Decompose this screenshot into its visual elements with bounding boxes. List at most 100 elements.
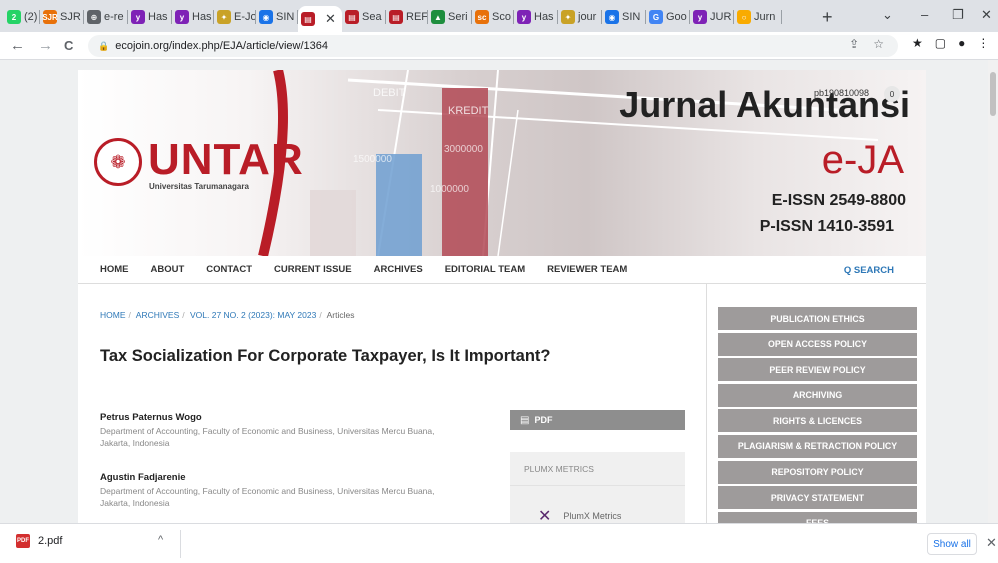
- browser-tab[interactable]: y JUR: [690, 6, 734, 28]
- primary-nav: HOME ABOUT CONTACT CURRENT ISSUE ARCHIVE…: [78, 256, 926, 284]
- browser-tab[interactable]: G Goo: [646, 6, 690, 28]
- tab-favicon-icon: sc: [475, 10, 489, 24]
- lock-icon[interactable]: 🔒: [98, 41, 109, 52]
- browser-tab[interactable]: ▲ Seri: [428, 6, 472, 28]
- author-affiliation: Department of Accounting, Faculty of Eco…: [100, 426, 435, 448]
- tab-favicon-icon: y: [175, 10, 189, 24]
- tab-strip: 2(2) \SJRSJR⊕e-reyHasyHas✦E-Jo◉SIN▤✕▤Sea…: [0, 0, 998, 32]
- plumx-metrics-link[interactable]: ✕ PlumX Metrics: [538, 506, 621, 523]
- url-input[interactable]: 🔒 ecojoin.org/index.php/EJA/article/view…: [88, 35, 898, 57]
- scrollbar-thumb[interactable]: [990, 72, 996, 116]
- sidebar-open-access-policy[interactable]: OPEN ACCESS POLICY: [718, 332, 917, 356]
- banner-number-2: 3000000: [444, 144, 483, 155]
- tab-favicon-icon: ⊕: [87, 10, 101, 24]
- eissn: E-ISSN 2549-8800: [771, 192, 906, 209]
- browser-tab[interactable]: ▤ ✕: [298, 6, 342, 32]
- browser-tab[interactable]: ✦ E-Jo: [214, 6, 256, 28]
- browser-tab[interactable]: y Has: [514, 6, 558, 28]
- download-options-chevron-icon[interactable]: ^: [158, 534, 163, 546]
- breadcrumb-current: Articles: [326, 310, 355, 320]
- minimize-icon[interactable]: –: [921, 7, 928, 22]
- sidebar-plagiarism-retraction[interactable]: PLAGIARISM & RETRACTION POLICY: [718, 434, 917, 458]
- sidebar-archiving[interactable]: ARCHIVING: [718, 383, 917, 407]
- tab-label: SIN: [276, 11, 295, 23]
- tab-favicon-icon: ▲: [431, 10, 445, 24]
- reload-icon[interactable]: C: [64, 38, 73, 53]
- journal-page: DEBIT KREDIT 1500000 3000000 1000000 ❁ U…: [78, 70, 926, 523]
- tab-favicon-icon: SJR: [42, 10, 58, 24]
- browser-tab[interactable]: ⊕ e-re: [84, 6, 128, 28]
- tab-label: SIN: [622, 11, 641, 23]
- user-menu[interactable]: pb190810098: [814, 88, 869, 98]
- sidebar-divider: [706, 284, 707, 523]
- sidebar-fees[interactable]: FEES: [718, 511, 917, 523]
- forward-icon[interactable]: →: [38, 37, 53, 54]
- tab-label: Jurn: [754, 11, 776, 23]
- download-item[interactable]: PDF 2.pdf: [16, 534, 62, 548]
- browser-tab[interactable]: ▤ REF: [386, 6, 428, 28]
- author-name: Agustin Fadjarenie: [100, 472, 186, 483]
- nav-reviewer-team[interactable]: REVIEWER TEAM: [547, 264, 627, 275]
- close-download-bar-icon[interactable]: ✕: [986, 535, 997, 551]
- browser-tab[interactable]: 2(2) \: [4, 6, 40, 28]
- nav-current-issue[interactable]: CURRENT ISSUE: [274, 264, 352, 275]
- browser-tab[interactable]: ▤ Sea: [342, 6, 386, 28]
- new-tab-button[interactable]: +: [822, 7, 833, 28]
- author-name: Petrus Paternus Wogo: [100, 412, 202, 423]
- pdf-file-icon: PDF: [16, 534, 30, 548]
- browser-tab[interactable]: SJR SJR: [40, 6, 84, 28]
- sidebar-rights-licences[interactable]: RIGHTS & LICENCES: [718, 409, 917, 433]
- browser-tab[interactable]: ○ Jurn: [734, 6, 782, 28]
- nav-contact[interactable]: CONTACT: [206, 264, 252, 275]
- tab-favicon-icon: y: [131, 10, 145, 24]
- search-link[interactable]: Q SEARCH: [844, 265, 894, 276]
- tab-favicon-icon: ◉: [605, 10, 619, 24]
- untar-seal-icon: ❁: [94, 138, 142, 186]
- browser-tab[interactable]: ◉ SIN: [256, 6, 298, 28]
- tab-label: e-re: [104, 11, 124, 23]
- close-window-icon[interactable]: ✕: [981, 7, 992, 23]
- side-panel-icon[interactable]: ▢: [935, 36, 946, 50]
- restore-icon[interactable]: ❐: [952, 7, 964, 23]
- untar-subtitle: Universitas Tarumanagara: [149, 182, 249, 191]
- browser-tab[interactable]: sc Sco: [472, 6, 514, 28]
- browser-tab[interactable]: y Has: [128, 6, 172, 28]
- tab-close-icon[interactable]: ✕: [325, 11, 336, 27]
- bookmark-star-icon[interactable]: ☆: [873, 37, 884, 51]
- browser-tab[interactable]: y Has: [172, 6, 214, 28]
- breadcrumb-home[interactable]: HOME: [100, 310, 126, 320]
- sidebar-peer-review-policy[interactable]: PEER REVIEW POLICY: [718, 358, 917, 382]
- page-scrollbar[interactable]: [988, 60, 998, 523]
- tab-favicon-icon: ✦: [217, 10, 231, 24]
- untar-logo[interactable]: UNTAR: [148, 138, 304, 182]
- author-affiliation: Department of Accounting, Faculty of Eco…: [100, 486, 435, 508]
- tab-favicon-icon: y: [517, 10, 531, 24]
- share-icon[interactable]: ⇪: [849, 37, 859, 51]
- browser-tab[interactable]: ◉ SIN: [602, 6, 646, 28]
- show-all-button[interactable]: Show all: [927, 533, 977, 555]
- breadcrumb-archives[interactable]: ARCHIVES: [136, 310, 179, 320]
- nav-home[interactable]: HOME: [100, 264, 129, 275]
- nav-editorial-team[interactable]: EDITORIAL TEAM: [445, 264, 525, 275]
- back-icon[interactable]: ←: [10, 37, 25, 54]
- profile-avatar-icon[interactable]: ●: [958, 36, 965, 50]
- tab-favicon-icon: ◉: [259, 10, 273, 24]
- plumx-heading: PLUMX METRICS: [510, 452, 685, 486]
- menu-kebab-icon[interactable]: ⋮: [977, 36, 989, 50]
- nav-archives[interactable]: ARCHIVES: [374, 264, 423, 275]
- extensions-icon[interactable]: ★: [912, 36, 923, 50]
- tab-favicon-icon: ✦: [561, 10, 575, 24]
- breadcrumb-issue[interactable]: VOL. 27 NO. 2 (2023): MAY 2023: [190, 310, 316, 320]
- sidebar-publication-ethics[interactable]: PUBLICATION ETHICS: [718, 307, 917, 330]
- nav-about[interactable]: ABOUT: [151, 264, 185, 275]
- banner-number-1: 1500000: [353, 154, 392, 165]
- sidebar-repository-policy[interactable]: REPOSITORY POLICY: [718, 460, 917, 484]
- browser-tab[interactable]: ✦ jour: [558, 6, 602, 28]
- tab-favicon-icon: ○: [737, 10, 751, 24]
- pdf-download-button[interactable]: ▤ PDF: [510, 410, 685, 430]
- sidebar-privacy-statement[interactable]: PRIVACY STATEMENT: [718, 486, 917, 510]
- journal-banner: DEBIT KREDIT 1500000 3000000 1000000 ❁ U…: [78, 70, 926, 256]
- tab-search-chevron-icon[interactable]: ⌄: [882, 7, 893, 23]
- notification-badge[interactable]: 0: [884, 86, 900, 102]
- article-title: Tax Socialization For Corporate Taxpayer…: [100, 347, 551, 365]
